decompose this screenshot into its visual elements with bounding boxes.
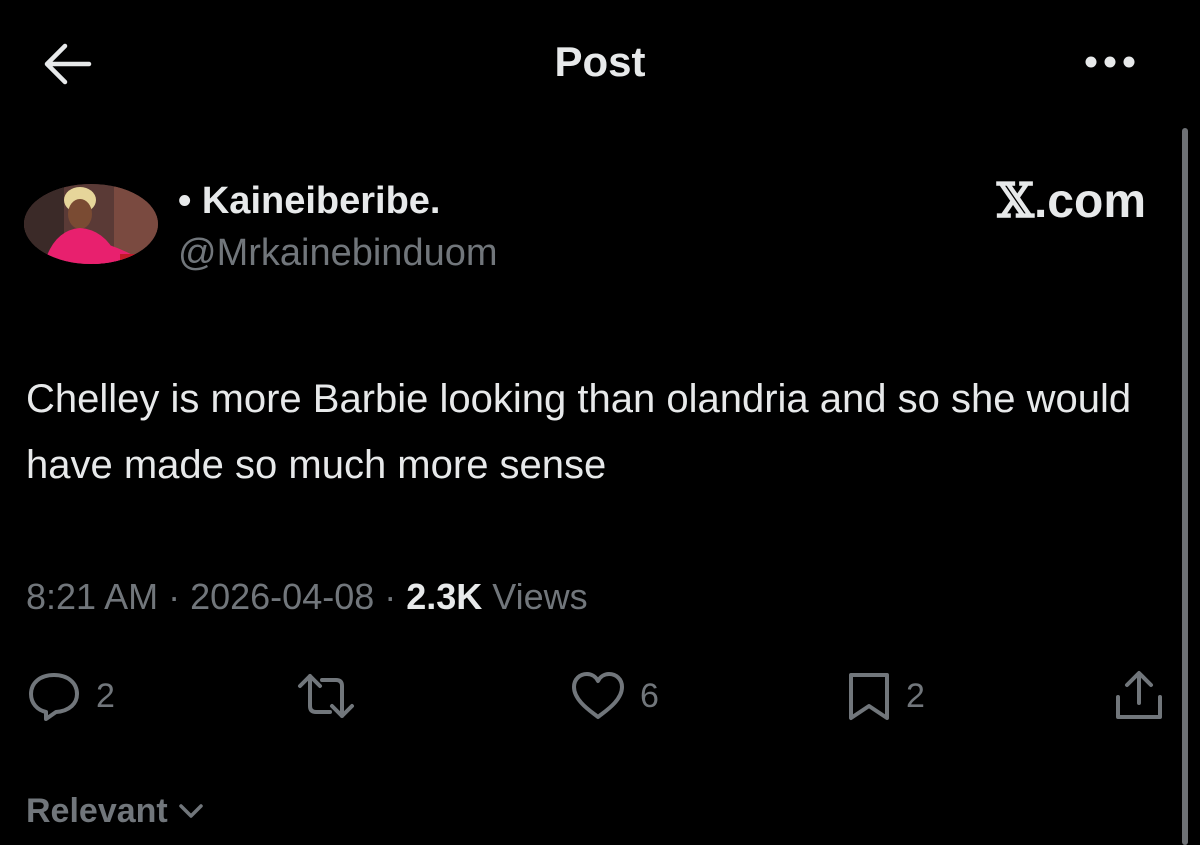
heart-icon [570, 671, 626, 721]
like-button[interactable]: 6 [570, 668, 659, 724]
chevron-down-icon [178, 802, 204, 820]
reply-button[interactable]: 2 [26, 668, 115, 724]
scrollbar[interactable] [1182, 128, 1188, 845]
post-meta: 8:21 AM · 2026-04-08 · 2.3K Views [26, 574, 588, 620]
share-icon [1112, 669, 1166, 723]
reply-sort-dropdown[interactable]: Relevant [26, 788, 204, 834]
views-label: Views [482, 576, 588, 617]
repost-button[interactable] [296, 668, 356, 724]
avatar[interactable] [24, 184, 158, 264]
bookmark-button[interactable]: 2 [846, 668, 925, 724]
x-logo-glyph: 𝕏 [996, 173, 1034, 229]
author-name[interactable]: • Kaineiberibe. [178, 178, 441, 224]
views-count: 2.3K [406, 576, 483, 617]
bookmark-icon [846, 670, 892, 722]
reply-count: 2 [96, 677, 115, 715]
page-title: Post [554, 38, 646, 85]
action-bar: 2 6 2 [0, 660, 1200, 732]
share-button[interactable] [1112, 668, 1166, 724]
more-options-button[interactable] [1078, 40, 1142, 84]
post-text: Chelley is more Barbie looking than olan… [26, 377, 1132, 487]
post-time[interactable]: 8:21 AM [26, 576, 158, 617]
author-handle[interactable]: @Mrkainebinduom [178, 230, 498, 276]
like-count: 6 [640, 677, 659, 715]
more-horizontal-icon [1083, 55, 1137, 69]
post-date[interactable]: 2026-04-08 [190, 576, 374, 617]
brand-watermark: 𝕏.com [997, 174, 1146, 229]
bookmark-count: 2 [906, 677, 925, 715]
sort-label: Relevant [26, 792, 168, 830]
meta-separator: · [158, 576, 191, 617]
meta-separator: · [374, 576, 407, 617]
reply-bubble-icon [26, 671, 82, 721]
top-bar: Post [0, 0, 1200, 125]
brand-suffix: .com [1033, 175, 1146, 228]
repost-icon [296, 672, 356, 720]
